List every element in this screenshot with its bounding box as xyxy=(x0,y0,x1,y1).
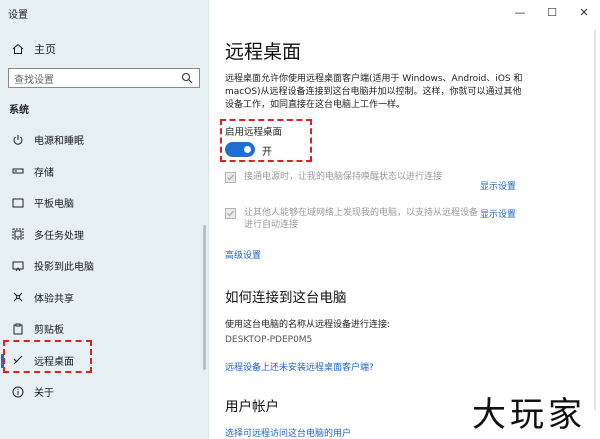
sidebar-item-tablet[interactable]: 平板电脑 xyxy=(0,187,209,219)
sidebar-item-label: 关于 xyxy=(34,388,54,400)
share-icon xyxy=(10,289,26,305)
sidebar-item-multitask[interactable]: 多任务处理 xyxy=(0,219,209,251)
app-title: 设置 xyxy=(8,10,28,21)
sidebar-item-label: 投影到此电脑 xyxy=(34,262,94,274)
sidebar-item-label: 体验共享 xyxy=(34,293,74,305)
sidebar-item-label: 平板电脑 xyxy=(34,199,74,211)
project-icon xyxy=(10,258,26,274)
search-icon[interactable] xyxy=(181,72,193,87)
advanced-settings-link[interactable]: 高级设置 xyxy=(225,248,261,261)
section-label: 系统 xyxy=(9,105,29,116)
remote-desktop-toggle[interactable] xyxy=(225,142,255,157)
highlight-box-sidebar xyxy=(3,340,92,373)
toggle-label: 启用远程桌面 xyxy=(225,127,283,138)
nav-home[interactable]: 主页 xyxy=(0,38,209,60)
discoverable-checkbox[interactable] xyxy=(225,208,236,219)
option-keep-awake: 接通电源时，让我的电脑保持唤醒状态以进行连接 xyxy=(225,171,484,183)
toggle-knob xyxy=(244,146,251,153)
sidebar-item-storage[interactable]: 存储 xyxy=(0,156,209,188)
info-icon xyxy=(10,384,26,400)
multitask-icon xyxy=(10,226,26,242)
sidebar-item-share[interactable]: 体验共享 xyxy=(0,282,209,314)
keep-awake-text: 接通电源时，让我的电脑保持唤醒状态以进行连接 xyxy=(244,172,443,182)
sidebar-item-about[interactable]: 关于 xyxy=(0,376,209,408)
sidebar-item-label: 剪贴板 xyxy=(34,325,64,337)
connect-heading: 如何连接到这台电脑 xyxy=(225,290,347,306)
nav-home-label: 主页 xyxy=(34,43,56,56)
sidebar-scrollbar[interactable] xyxy=(203,225,206,370)
sidebar-item-project[interactable]: 投影到此电脑 xyxy=(0,250,209,282)
accounts-heading: 用户帐户 xyxy=(225,399,279,415)
connect-description: 使用这台电脑的名称从远程设备进行连接: xyxy=(225,320,391,330)
tablet-icon xyxy=(10,195,26,211)
keep-awake-checkbox[interactable] xyxy=(225,172,236,183)
power-icon xyxy=(10,132,26,148)
display-settings-link-1[interactable]: 显示设置 xyxy=(480,179,516,192)
search-input[interactable]: 查找设置 xyxy=(8,68,200,88)
main-scrollbar[interactable] xyxy=(594,30,596,410)
display-settings-link-2[interactable]: 显示设置 xyxy=(480,207,516,220)
sidebar-item-power[interactable]: 电源和睡眠 xyxy=(0,124,209,156)
page-description: 远程桌面允许你使用远程桌面客户端(适用于 Windows、Android、iOS… xyxy=(225,74,523,110)
sidebar: 设置 主页 查找设置 系统 电源和睡眠 存储 平板电脑 多任务处理 投影到此电脑… xyxy=(0,0,209,439)
sidebar-item-label: 多任务处理 xyxy=(34,230,84,242)
home-icon xyxy=(10,41,26,57)
main-content: 远程桌面 远程桌面允许你使用远程桌面客户端(适用于 Windows、Androi… xyxy=(209,0,600,439)
select-users-link[interactable]: 选择可远程访问这台电脑的用户 xyxy=(225,426,351,439)
pc-name: DESKTOP-PDEP0M5 xyxy=(225,335,313,345)
option-discoverable: 让其他人能够在域网络上发现我的电脑，以支持从远程设备进行自动连接 xyxy=(225,207,484,231)
toggle-state: 开 xyxy=(262,147,272,158)
storage-icon xyxy=(10,163,26,179)
no-client-link[interactable]: 远程设备上还未安装远程桌面客户端? xyxy=(225,360,374,373)
watermark-logo: 大玩家 xyxy=(472,395,586,435)
search-placeholder: 查找设置 xyxy=(14,74,54,86)
discoverable-text: 让其他人能够在域网络上发现我的电脑，以支持从远程设备进行自动连接 xyxy=(244,208,479,230)
sidebar-item-label: 存储 xyxy=(34,167,54,179)
clipboard-icon xyxy=(10,321,26,337)
sidebar-item-label: 电源和睡眠 xyxy=(34,136,84,148)
page-title: 远程桌面 xyxy=(225,41,302,63)
